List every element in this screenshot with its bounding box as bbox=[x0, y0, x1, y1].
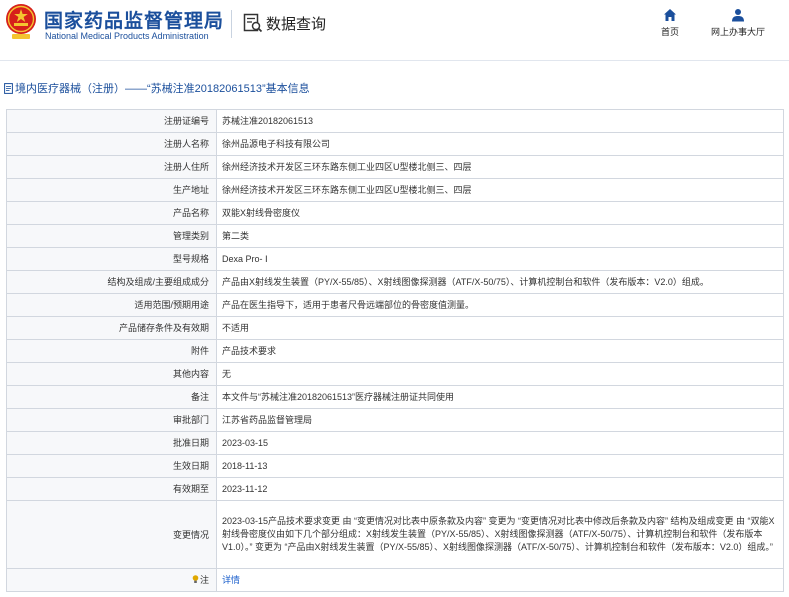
home-icon bbox=[664, 9, 676, 21]
table-row: 附件 产品技术要求 bbox=[6, 339, 784, 363]
row-label: 产品名称 bbox=[6, 201, 217, 225]
note-label-cell: 注 bbox=[6, 568, 217, 592]
breadcrumb: 境内医疗器械（注册）——“苏械注准20182061513”基本信息 bbox=[4, 80, 310, 96]
query-icon bbox=[243, 13, 263, 33]
query-title: 数据查询 bbox=[266, 16, 327, 33]
row-label: 管理类别 bbox=[6, 224, 217, 248]
row-value: 徐州经济技术开发区三环东路东侧工业四区U型楼北侧三、四层 bbox=[216, 178, 784, 202]
site-header: 国家药品监督管理局 National Medical Products Admi… bbox=[0, 0, 789, 56]
table-row: 型号规格 Dexa Pro- Ⅰ bbox=[6, 247, 784, 271]
row-value: 产品在医生指导下，适用于患者尺骨远端部位的骨密度值测量。 bbox=[216, 293, 784, 317]
row-label: 变更情况 bbox=[6, 500, 217, 569]
nav-online-label: 网上办事大厅 bbox=[710, 27, 765, 37]
row-value: 徐州经济技术开发区三环东路东侧工业四区U型楼北侧三、四层 bbox=[216, 155, 784, 179]
row-label: 其他内容 bbox=[6, 362, 217, 386]
user-icon bbox=[732, 9, 744, 22]
row-value: 本文件与“苏械注准20182061513”医疗器械注册证共同使用 bbox=[216, 385, 784, 409]
row-label: 型号规格 bbox=[6, 247, 217, 271]
lightbulb-icon bbox=[192, 575, 199, 583]
row-value: 双能X射线骨密度仪 bbox=[216, 201, 784, 225]
note-value-cell: 详情 bbox=[216, 568, 784, 592]
table-row: 注册人名称 徐州品源电子科技有限公司 bbox=[6, 132, 784, 156]
table-row: 注册证编号 苏械注准20182061513 bbox=[6, 109, 784, 133]
site-title[interactable]: 国家药品监督管理局 bbox=[44, 6, 224, 33]
table-row: 变更情况 2023-03-15产品技术要求变更 由 “变更情况对比表中原条款及内容… bbox=[6, 500, 784, 569]
table-row: 备注 本文件与“苏械注准20182061513”医疗器械注册证共同使用 bbox=[6, 385, 784, 409]
table-row: 生效日期 2018-11-13 bbox=[6, 454, 784, 478]
registration-info-table: 注册证编号 苏械注准20182061513 注册人名称 徐州品源电子科技有限公司 注… bbox=[6, 109, 784, 592]
table-row: 适用范围/预期用途 产品在医生指导下，适用于患者尺骨远端部位的骨密度值测量。 bbox=[6, 293, 784, 317]
table-row: 管理类别 第二类 bbox=[6, 224, 784, 248]
row-label: 结构及组成/主要组成成分 bbox=[6, 270, 217, 294]
document-icon bbox=[4, 82, 13, 94]
note-row: 注 详情 bbox=[6, 568, 784, 592]
table-row: 有效期至 2023-11-12 bbox=[6, 477, 784, 501]
row-label: 注册人名称 bbox=[6, 132, 217, 156]
row-label: 备注 bbox=[6, 385, 217, 409]
row-value: 2023-03-15产品技术要求变更 由 “变更情况对比表中原条款及内容” 变更… bbox=[216, 500, 784, 569]
row-label: 注册证编号 bbox=[6, 109, 217, 133]
nav-home-label: 首页 bbox=[660, 27, 679, 37]
table-row: 生产地址 徐州经济技术开发区三环东路东侧工业四区U型楼北侧三、四层 bbox=[6, 178, 784, 202]
row-value: 苏械注准20182061513 bbox=[216, 109, 784, 133]
row-label: 有效期至 bbox=[6, 477, 217, 501]
table-row: 批准日期 2023-03-15 bbox=[6, 431, 784, 455]
row-label: 注册人住所 bbox=[6, 155, 217, 179]
table-row: 结构及组成/主要组成成分 产品由X射线发生装置（PY/X-55/85）、X射线图像… bbox=[6, 270, 784, 294]
emblem-icon bbox=[6, 4, 36, 39]
row-value: 2023-11-12 bbox=[216, 477, 784, 501]
row-value: 徐州品源电子科技有限公司 bbox=[216, 132, 784, 156]
table-row: 产品储存条件及有效期 不适用 bbox=[6, 316, 784, 340]
nav-online-hall[interactable]: 网上办事大厅 bbox=[706, 8, 770, 38]
header-divider bbox=[231, 10, 232, 38]
row-label: 附件 bbox=[6, 339, 217, 363]
row-label: 生产地址 bbox=[6, 178, 217, 202]
header-line bbox=[0, 60, 789, 61]
row-label: 批准日期 bbox=[6, 431, 217, 455]
breadcrumb-text: 境内医疗器械（注册）——“苏械注准20182061513”基本信息 bbox=[15, 83, 310, 95]
row-value: 不适用 bbox=[216, 316, 784, 340]
row-label: 审批部门 bbox=[6, 408, 217, 432]
row-value: Dexa Pro- Ⅰ bbox=[216, 247, 784, 271]
row-label: 适用范围/预期用途 bbox=[6, 293, 217, 317]
table-row: 审批部门 江苏省药品监督管理局 bbox=[6, 408, 784, 432]
row-label: 生效日期 bbox=[6, 454, 217, 478]
row-value: 产品技术要求 bbox=[216, 339, 784, 363]
table-row: 其他内容无 bbox=[6, 362, 784, 386]
row-value: 产品由X射线发生装置（PY/X-55/85）、X射线图像探测器（ATF/X-50… bbox=[216, 270, 784, 294]
table-row: 注册人住所 徐州经济技术开发区三环东路东侧工业四区U型楼北侧三、四层 bbox=[6, 155, 784, 179]
row-value: 江苏省药品监督管理局 bbox=[216, 408, 784, 432]
row-value: 2023-03-15 bbox=[216, 431, 784, 455]
table-row: 产品名称 双能X射线骨密度仪 bbox=[6, 201, 784, 225]
nav-home[interactable]: 首页 bbox=[657, 8, 683, 38]
row-value: 第二类 bbox=[216, 224, 784, 248]
site-subtitle: National Medical Products Administration bbox=[45, 31, 209, 41]
details-link[interactable]: 详情 bbox=[222, 575, 240, 585]
note-label: 注 bbox=[199, 575, 209, 585]
row-value: 无 bbox=[216, 362, 784, 386]
row-label: 产品储存条件及有效期 bbox=[6, 316, 217, 340]
row-value: 2018-11-13 bbox=[216, 454, 784, 478]
